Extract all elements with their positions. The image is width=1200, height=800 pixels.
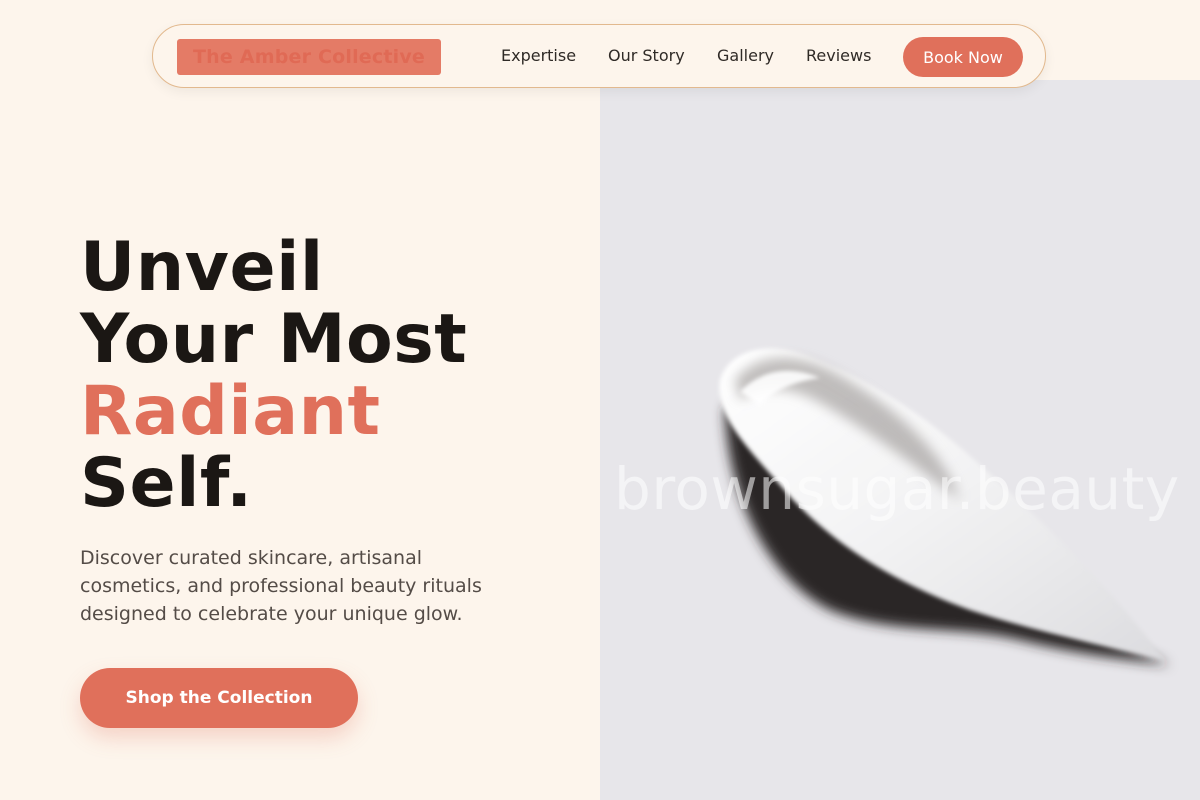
hero-image: brownsugar.beauty (600, 80, 1200, 800)
hero-headline: Unveil Your Most Radiant Self. (80, 232, 467, 520)
shop-collection-button[interactable]: Shop the Collection (80, 668, 358, 728)
book-now-button[interactable]: Book Now (903, 37, 1023, 77)
headline-line-2: Your Most (80, 300, 468, 379)
headline-line-1: Unveil (80, 228, 324, 307)
headline-line-3-accent: Radiant (80, 372, 381, 451)
nav-link-our-story[interactable]: Our Story (608, 46, 685, 66)
nav-link-gallery[interactable]: Gallery (717, 46, 774, 66)
hero-description: Discover curated skincare, artisanal cos… (80, 547, 482, 625)
nav-link-expertise[interactable]: Expertise (501, 46, 576, 66)
cream-swatch-image (719, 348, 1170, 665)
nav-link-reviews[interactable]: Reviews (806, 46, 871, 66)
watermark-text: brownsugar.beauty (614, 455, 1180, 523)
top-navigation: The Amber Collective Expertise Our Story… (152, 24, 1046, 88)
headline-line-4: Self. (80, 444, 253, 523)
brand-logo[interactable]: The Amber Collective (177, 39, 441, 75)
